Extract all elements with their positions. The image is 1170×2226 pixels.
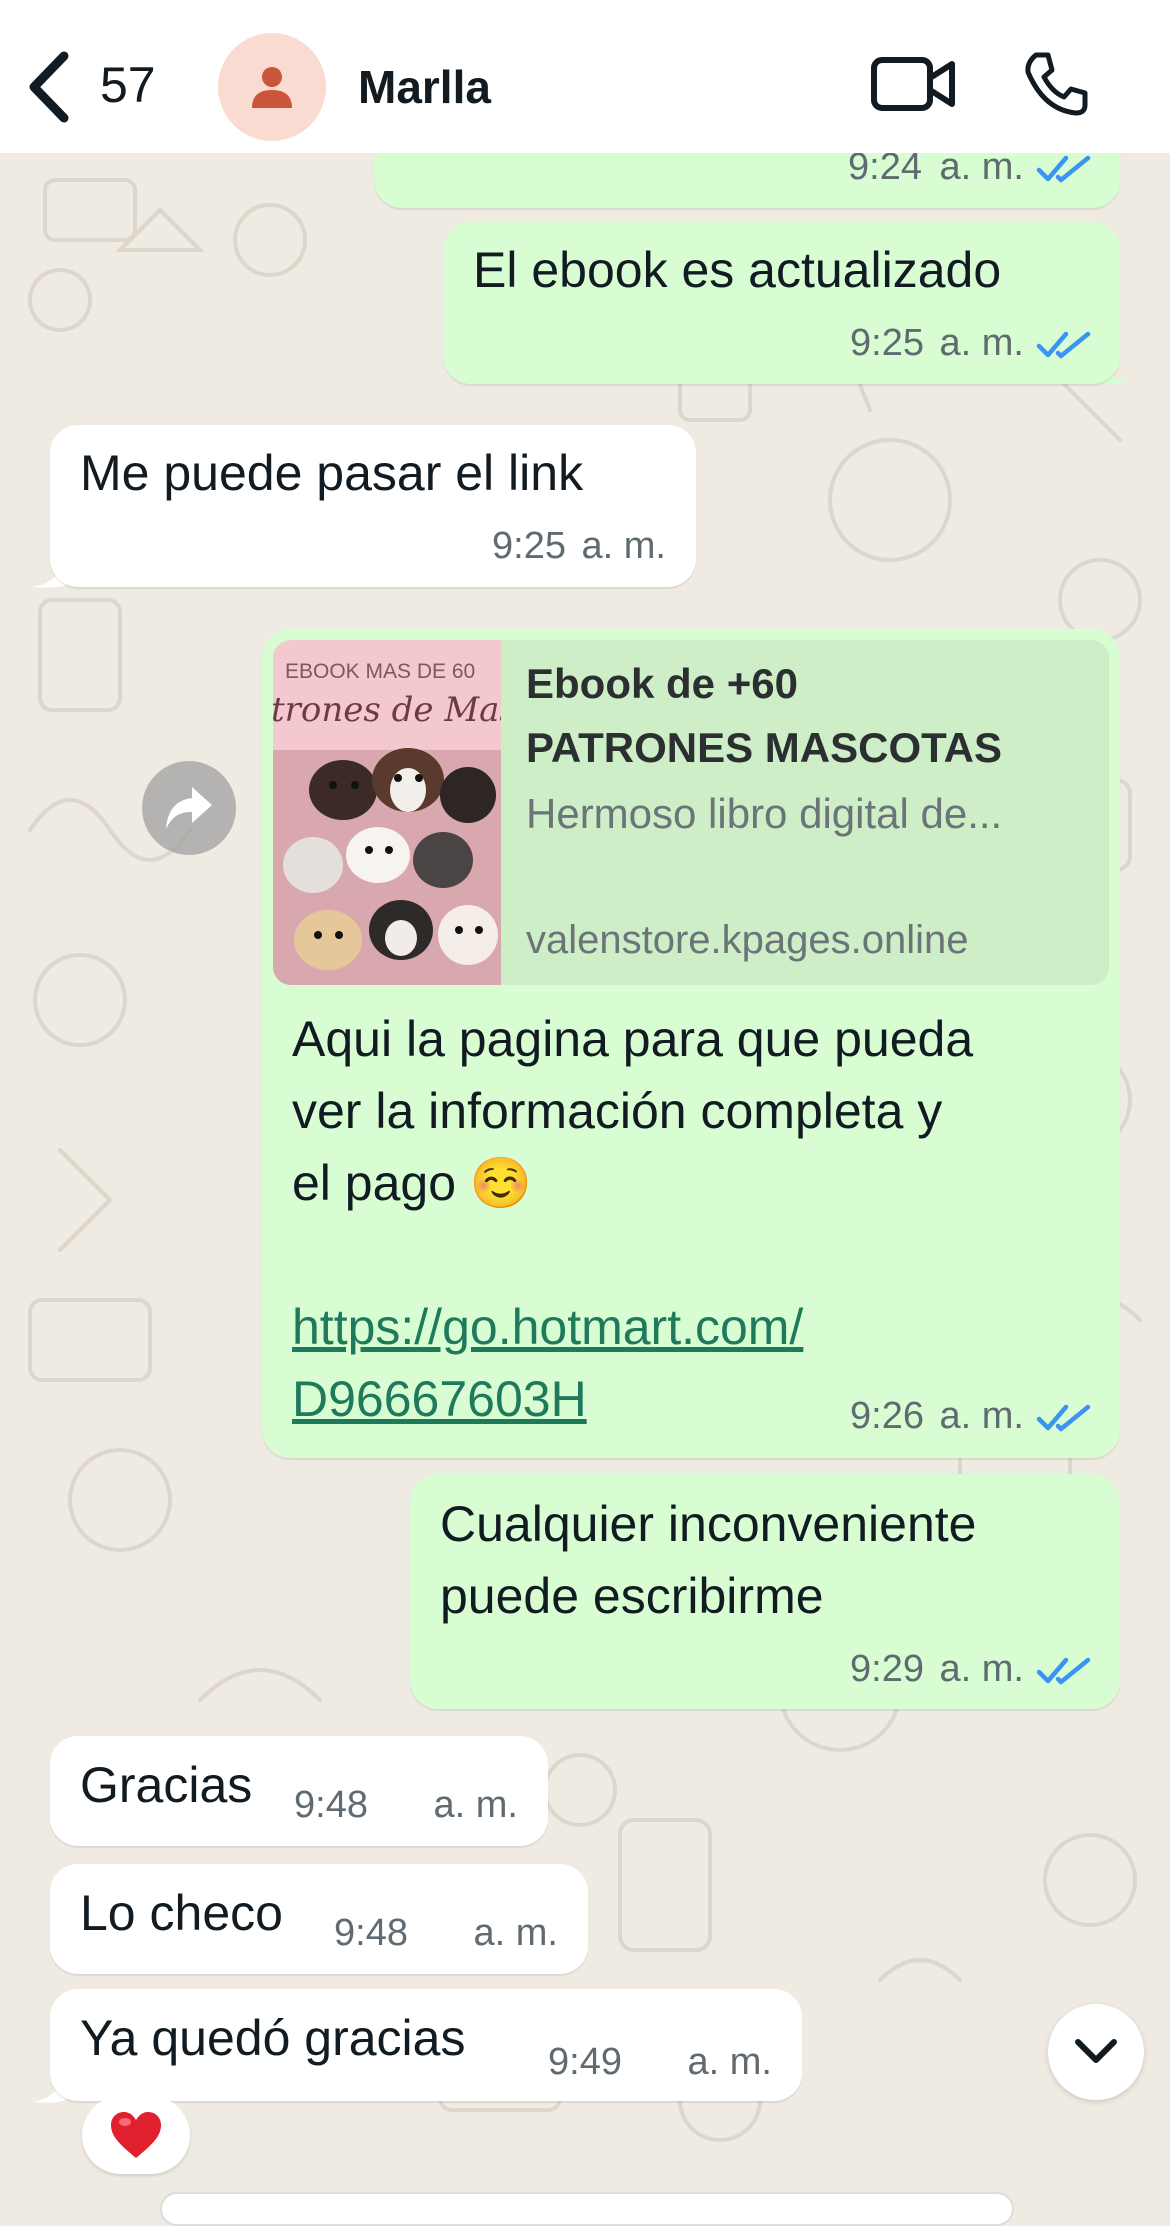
- read-receipt-icon: [1036, 155, 1091, 183]
- message-time: 9:26: [850, 1395, 924, 1437]
- message-text: El ebook es actualizado: [473, 242, 1002, 298]
- message-text-line: el pago ☺️: [292, 1155, 533, 1211]
- message-text: Ya quedó gracias: [80, 2010, 466, 2066]
- heart-icon: [111, 2112, 161, 2158]
- reaction-badge[interactable]: [82, 2096, 190, 2174]
- message-text-line: Cualquier inconveniente: [440, 1496, 977, 1552]
- message-ampm: a. m.: [473, 1912, 558, 1954]
- message-bubble-incoming[interactable]: Gracias 9:48 a. m.: [50, 1736, 548, 1846]
- link-preview-thumbnail: EBOOK MAS DE 60 trones de Mascot: [273, 640, 501, 985]
- chevron-down-icon: [1075, 2039, 1117, 2063]
- unread-count[interactable]: 57: [100, 56, 156, 114]
- message-text: Gracias: [80, 1757, 253, 1813]
- message-bubble-outgoing[interactable]: Cualquier inconveniente puede escribirme…: [410, 1474, 1120, 1709]
- person-icon: [252, 67, 292, 108]
- forward-icon: [166, 787, 212, 829]
- link-preview-domain: valenstore.kpages.online: [526, 918, 969, 962]
- message-bubble-incoming[interactable]: Ya quedó gracias 9:49 a. m.: [50, 1989, 802, 2101]
- message-ampm: a. m.: [687, 2041, 772, 2083]
- video-call-icon[interactable]: [870, 54, 956, 114]
- message-input[interactable]: [160, 2192, 1014, 2226]
- message-ampm: a. m.: [433, 1784, 518, 1826]
- message-ampm: a. m.: [581, 525, 666, 567]
- link-preview-title: PATRONES MASCOTAS: [526, 724, 1003, 771]
- message-text-line: puede escribirme: [440, 1568, 824, 1624]
- contact-name[interactable]: Marlla: [358, 60, 491, 114]
- avatar[interactable]: [218, 33, 326, 141]
- link-preview-description: Hermoso libro digital de...: [526, 790, 1003, 837]
- chat-header: 57 Marlla: [0, 0, 1170, 153]
- message-ampm: a. m.: [939, 322, 1024, 364]
- read-receipt-icon: [1036, 1657, 1091, 1685]
- message-time: 9:25: [492, 525, 566, 567]
- message-ampm: a. m.: [939, 1648, 1024, 1690]
- read-receipt-icon: [1036, 1404, 1091, 1432]
- message-time: 9:29: [850, 1648, 924, 1690]
- forward-button[interactable]: [142, 761, 236, 855]
- message-bubble-incoming[interactable]: Lo checo 9:48 a. m.: [50, 1864, 588, 1974]
- thumbnail-script-text: trones de Mascot: [273, 690, 501, 730]
- link-preview-card[interactable]: EBOOK MAS DE 60 trones de Mascot Ebook d…: [273, 640, 1109, 985]
- message-time: 9:25: [850, 322, 924, 364]
- chevron-left-icon[interactable]: [22, 50, 76, 124]
- message-time: 9:48: [334, 1912, 408, 1954]
- thumbnail-text: EBOOK MAS DE 60: [285, 660, 476, 683]
- message-time: 9:48: [294, 1784, 368, 1826]
- message-link[interactable]: D96667603H: [292, 1363, 587, 1435]
- message-link[interactable]: https://go.hotmart.com/: [292, 1291, 803, 1363]
- message-time: 9:49: [548, 2041, 622, 2083]
- read-receipt-icon: [1036, 331, 1091, 359]
- message-ampm: a. m.: [939, 1395, 1024, 1437]
- message-text: Me puede pasar el link: [80, 445, 584, 501]
- message-text: Lo checo: [80, 1885, 283, 1941]
- message-text-line: ver la información completa y: [292, 1083, 943, 1139]
- phone-icon[interactable]: [1022, 50, 1090, 118]
- message-text-line: Aqui la pagina para que pueda: [292, 1011, 974, 1067]
- link-preview-title: Ebook de +60: [526, 660, 798, 707]
- message-bubble-outgoing[interactable]: El ebook es actualizado 9:25 a. m.: [443, 222, 1120, 384]
- scroll-to-bottom-button[interactable]: [1048, 2004, 1144, 2100]
- message-bubble-incoming[interactable]: Me puede pasar el link 9:25 a. m.: [50, 425, 696, 587]
